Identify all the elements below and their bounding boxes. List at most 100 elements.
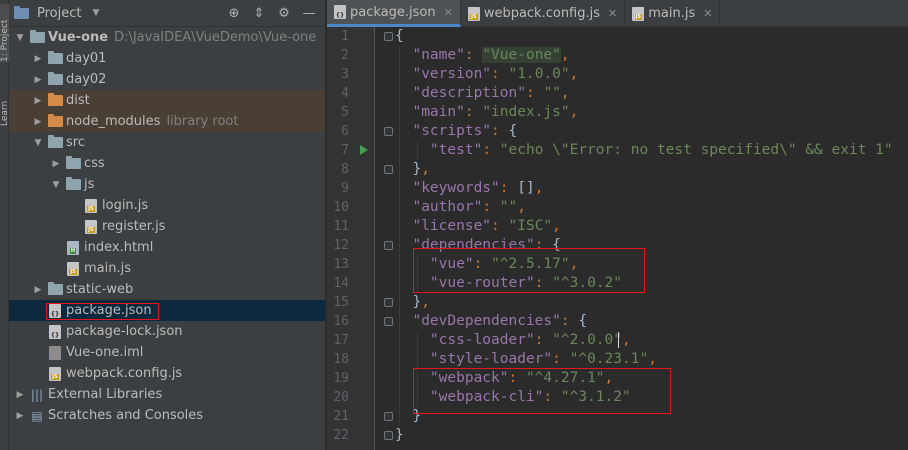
tree-item[interactable]: JS register.js xyxy=(9,216,325,237)
tree-item[interactable]: ▶ day01 xyxy=(9,48,325,69)
gear-icon[interactable]: ⚙ xyxy=(276,5,292,21)
expanded-arrow-icon[interactable]: ▼ xyxy=(31,136,45,150)
tab-label: main.js xyxy=(648,6,696,21)
collapsed-arrow-icon[interactable]: ▶ xyxy=(13,409,27,423)
project-panel-header: Project ▼ ⊕ ⇕ ⚙ — xyxy=(9,0,325,27)
tree-item[interactable]: JS main.js xyxy=(9,258,325,279)
tree-item[interactable]: ▶ ||| External Libraries xyxy=(9,384,325,405)
code-line: }, xyxy=(395,161,430,177)
highlight-box xyxy=(46,303,159,320)
collapsed-arrow-icon[interactable]: ▶ xyxy=(13,388,27,402)
code-line: "test": "echo \"Error: no test specified… xyxy=(429,142,893,158)
line-number: 22 xyxy=(333,428,349,443)
folder-icon xyxy=(47,282,63,297)
fold-marker-icon[interactable] xyxy=(384,298,393,307)
close-icon[interactable]: ✕ xyxy=(703,7,712,20)
fold-marker-icon[interactable] xyxy=(384,241,393,250)
line-number: 8 xyxy=(341,162,349,177)
editor-tab[interactable]: {} package.json ✕ xyxy=(327,0,461,27)
editor-tab[interactable]: JS webpack.config.js ✕ xyxy=(461,0,626,27)
indent-guide xyxy=(399,46,400,426)
tree-item[interactable]: JS login.js xyxy=(9,195,325,216)
tree-item-label: Scratches and Consoles xyxy=(48,408,204,423)
fold-marker-icon[interactable] xyxy=(384,32,393,41)
fold-marker-icon[interactable] xyxy=(384,127,393,136)
fold-marker-icon[interactable] xyxy=(384,317,393,326)
chevron-down-icon: ▼ xyxy=(92,8,100,18)
scratches-icon: ▤ xyxy=(31,408,43,423)
fold-marker-icon[interactable] xyxy=(384,431,393,440)
close-icon[interactable]: ✕ xyxy=(608,7,617,20)
fold-marker-icon[interactable] xyxy=(384,412,393,421)
collapsed-arrow-icon[interactable]: ▶ xyxy=(31,283,45,297)
tree-item[interactable]: ▶ ▤ Scratches and Consoles xyxy=(9,405,325,426)
line-number: 4 xyxy=(341,86,349,101)
expanded-arrow-icon[interactable]: ▼ xyxy=(49,178,63,192)
js-file-icon: JS xyxy=(632,6,645,21)
hide-icon[interactable]: — xyxy=(301,5,317,21)
tree-item[interactable]: ▶ node_modules library root xyxy=(9,111,325,132)
line-number: 13 xyxy=(333,257,349,272)
indent-guide xyxy=(417,141,418,160)
learn-tool-tab[interactable]: Learn xyxy=(0,92,9,126)
tree-item-label: register.js xyxy=(102,219,166,234)
tree-item[interactable]: ▼ Vue-one D:\JavaIDEA\VueDemo\Vue-one xyxy=(9,27,325,48)
editor-gutter: 1 2 3 4 5 6 7 8 9 10 11 12 13 14 15 16 17 18 19 20 21 22 xyxy=(327,27,375,450)
code-line: "version": "1.0.0", xyxy=(412,66,579,82)
code-line: "devDependencies": { xyxy=(412,313,588,329)
js-file-icon: JS xyxy=(467,6,480,21)
highlight-box xyxy=(413,248,645,293)
locate-icon[interactable]: ⊕ xyxy=(226,5,242,21)
js-file-icon: JS xyxy=(47,366,63,381)
project-view-selector[interactable]: Project ▼ xyxy=(13,5,100,21)
project-tool-tab[interactable]: 1: Project xyxy=(0,4,9,62)
tree-item[interactable]: ▼ src xyxy=(9,132,325,153)
expanded-arrow-icon[interactable]: ▼ xyxy=(13,31,27,45)
collapsed-arrow-icon[interactable]: ▶ xyxy=(31,52,45,66)
code-line: "css-loader": "^2.0.0", xyxy=(429,332,631,348)
tree-item[interactable]: JS webpack.config.js xyxy=(9,363,325,384)
text-caret xyxy=(618,332,619,348)
tree-item-label: static-web xyxy=(66,282,134,297)
tree-item-label: css xyxy=(84,156,105,171)
project-tree: ▼ Vue-one D:\JavaIDEA\VueDemo\Vue-one ▶ day0… xyxy=(9,27,325,450)
code-line: "main": "index.js", xyxy=(412,104,579,120)
line-number: 9 xyxy=(341,181,349,196)
collapse-all-icon[interactable]: ⇕ xyxy=(251,5,267,21)
tree-item-label: js xyxy=(84,177,95,192)
project-panel-title: Project xyxy=(37,5,82,21)
close-icon[interactable]: ✕ xyxy=(444,6,453,19)
line-number: 11 xyxy=(333,219,349,234)
collapsed-arrow-icon[interactable]: ▶ xyxy=(31,115,45,129)
collapsed-arrow-icon[interactable]: ▶ xyxy=(49,157,63,171)
tree-item[interactable]: ▶ static-web xyxy=(9,279,325,300)
editor-tabs: {} package.json ✕ JS webpack.config.js ✕ JS mai… xyxy=(327,0,908,27)
tree-item[interactable]: ▶ day02 xyxy=(9,69,325,90)
folder-icon xyxy=(29,30,45,45)
line-number: 1 xyxy=(341,29,349,44)
tree-item-label: package-lock.json xyxy=(66,324,183,339)
tree-item[interactable]: ▼ js xyxy=(9,174,325,195)
collapsed-arrow-icon[interactable]: ▶ xyxy=(31,73,45,87)
line-number: 12 xyxy=(333,238,349,253)
tab-label: package.json xyxy=(350,4,436,20)
code-line: "keywords": [], xyxy=(412,180,544,196)
code-line: }, xyxy=(395,294,430,310)
line-number: 3 xyxy=(341,67,349,82)
folder-icon xyxy=(65,156,81,171)
tree-item-label: day02 xyxy=(66,72,107,87)
tree-item[interactable]: {} package-lock.json xyxy=(9,321,325,342)
code-line: { xyxy=(395,28,404,44)
code-editor[interactable]: { "name": "Vue-one", "version": "1.0.0",… xyxy=(375,27,908,450)
library-icon: ||| xyxy=(30,387,44,402)
editor-tab[interactable]: JS main.js ✕ xyxy=(625,0,721,27)
collapsed-arrow-icon[interactable]: ▶ xyxy=(31,94,45,108)
tree-item[interactable]: Hindex.html xyxy=(9,237,325,258)
tree-item[interactable]: ▶ dist xyxy=(9,90,325,111)
run-script-icon[interactable] xyxy=(360,145,368,155)
tree-item[interactable]: Vue-one.iml xyxy=(9,342,325,363)
tree-item[interactable]: ▶ css xyxy=(9,153,325,174)
fold-marker-icon[interactable] xyxy=(384,165,393,174)
